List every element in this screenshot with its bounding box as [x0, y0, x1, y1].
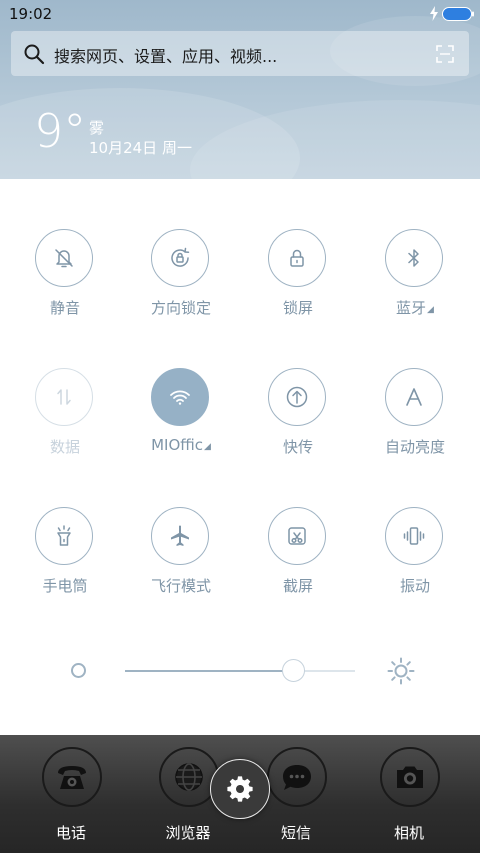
toggle-auto-brightness-button[interactable] [385, 368, 443, 426]
screenshot-icon [288, 527, 306, 545]
toggle-lock-screen-label: 锁屏 [282, 299, 313, 317]
camera-app-button[interactable] [380, 747, 440, 807]
more-options-triangle-icon: ◢ [204, 442, 211, 452]
toggle-silent-label: 静音 [49, 299, 80, 317]
toggle-auto-brightness[interactable]: 自动亮度 [357, 368, 473, 478]
toggle-flashlight-label: 手电筒 [42, 577, 88, 595]
toggle-bluetooth[interactable]: 蓝牙◢ [357, 229, 473, 339]
weather-header: 19:02 搜索网页、设置、应用、视频... 9° 雾 10月24日 周一 [0, 0, 480, 179]
dock-app-camera[interactable]: 相机 [349, 735, 469, 853]
toggle-bluetooth-label-text: 蓝牙 [396, 299, 427, 317]
brightness-slider-thumb[interactable] [281, 659, 305, 682]
toggle-wifi-button[interactable] [151, 368, 209, 426]
camera-app-label: 相机 [393, 824, 424, 842]
browser-app-label: 浏览器 [165, 824, 211, 842]
toggle-rotation-lock[interactable]: 方向锁定 [123, 229, 239, 339]
brightness-high-icon [387, 657, 415, 685]
messages-app-label: 短信 [280, 824, 311, 842]
toggle-rotation-lock-button[interactable] [151, 229, 209, 287]
toggle-wifi-label-text: MIOffic [151, 436, 203, 454]
search-icon [24, 44, 45, 65]
toggle-screenshot[interactable]: 截屏 [240, 507, 356, 617]
wifi-icon [170, 390, 190, 405]
messages-app-button[interactable] [267, 747, 327, 807]
toggle-flashlight-button[interactable] [35, 507, 93, 565]
toggle-quick-transfer[interactable]: 快传 [240, 368, 356, 478]
toggle-vibrate-label: 振动 [399, 577, 430, 595]
message-icon [283, 765, 311, 790]
status-bar: 19:02 [0, 0, 480, 28]
toggle-flashlight[interactable]: 手电筒 [7, 507, 123, 617]
lock-icon [290, 249, 304, 267]
toggle-lock-screen-button[interactable] [268, 229, 326, 287]
bluetooth-icon [408, 249, 419, 267]
status-time: 19:02 [9, 5, 53, 23]
auto-brightness-icon [406, 388, 422, 406]
more-options-triangle-icon: ◢ [427, 305, 434, 315]
browser-app-button[interactable] [159, 747, 219, 807]
toggle-bluetooth-label: 蓝牙◢ [357, 297, 473, 318]
dock-app-phone[interactable]: 电话 [11, 735, 131, 853]
phone-app-label: 电话 [55, 824, 86, 842]
toggle-screenshot-label: 截屏 [282, 577, 313, 595]
search-bar[interactable]: 搜索网页、设置、应用、视频... [11, 31, 469, 76]
bell-off-icon [55, 249, 73, 268]
toggle-airplane-mode-button[interactable] [151, 507, 209, 565]
scan-icon[interactable] [436, 45, 454, 63]
browser-icon [175, 763, 203, 791]
airplane-icon [171, 525, 189, 546]
mobile-data-icon [57, 389, 71, 405]
toggle-mobile-data-button[interactable] [35, 368, 93, 426]
toggle-auto-brightness-label: 自动亮度 [384, 438, 445, 456]
phone-icon [58, 766, 86, 789]
toggle-airplane-mode-label: 飞行模式 [150, 577, 211, 595]
toggle-wifi-label: MIOffic◢ [123, 436, 239, 454]
rotation-lock-icon [171, 247, 190, 267]
toggle-screenshot-button[interactable] [268, 507, 326, 565]
brightness-slider[interactable] [125, 659, 355, 682]
toggle-vibrate-button[interactable] [385, 507, 443, 565]
toggle-mobile-data-label: 数据 [49, 438, 80, 456]
toggle-vibrate[interactable]: 振动 [357, 507, 473, 617]
toggle-bluetooth-button[interactable] [385, 229, 443, 287]
flashlight-icon [57, 525, 71, 546]
search-input[interactable]: 搜索网页、设置、应用、视频... [54, 43, 277, 67]
weather-condition: 雾 [89, 119, 105, 137]
weather-temperature[interactable]: 9° [34, 108, 86, 154]
phone-app-button[interactable] [42, 747, 102, 807]
toggle-quick-transfer-label: 快传 [282, 438, 313, 456]
toggle-lock-screen[interactable]: 锁屏 [240, 229, 356, 339]
battery-icon [442, 7, 474, 21]
toggle-mobile-data[interactable]: 数据 [7, 368, 123, 478]
brightness-slider-fill [125, 670, 293, 672]
settings-button[interactable] [210, 759, 270, 819]
charging-icon [430, 6, 438, 21]
quick-transfer-icon [286, 386, 308, 408]
toggle-wifi[interactable]: MIOffic◢ [123, 368, 239, 478]
toggle-silent[interactable]: 静音 [7, 229, 123, 339]
toggle-silent-button[interactable] [35, 229, 93, 287]
weather-date: 10月24日 周一 [89, 139, 192, 157]
brightness-low-icon [71, 663, 86, 678]
toggle-rotation-lock-label: 方向锁定 [150, 299, 211, 317]
toggle-airplane-mode[interactable]: 飞行模式 [123, 507, 239, 617]
vibrate-icon [403, 527, 425, 545]
gear-icon [227, 776, 253, 802]
camera-icon [397, 766, 423, 788]
toggle-quick-transfer-button[interactable] [268, 368, 326, 426]
